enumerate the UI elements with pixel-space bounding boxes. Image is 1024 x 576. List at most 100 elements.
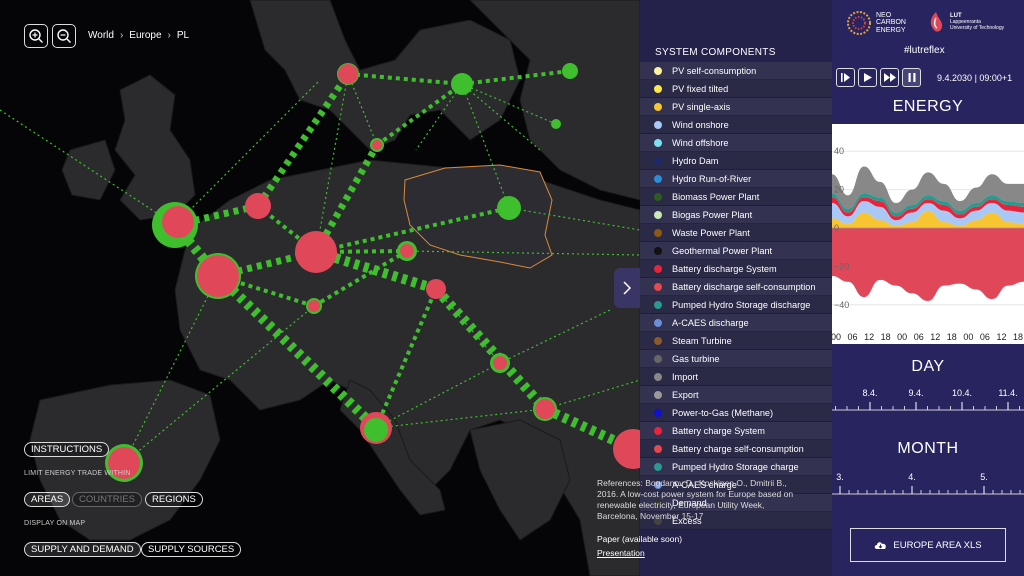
axis-label: 5. <box>980 472 988 482</box>
component-color-dot <box>654 84 662 93</box>
x-tick-label: 12 <box>864 332 874 342</box>
component-row[interactable]: Power-to-Gas (Methane) <box>640 404 832 422</box>
lut-logo: LUT Lappeenranta University of Technolog… <box>926 10 1004 34</box>
instructions-button[interactable]: INSTRUCTIONS <box>24 442 110 457</box>
zoom-in-button[interactable] <box>24 24 48 48</box>
components-title: SYSTEM COMPONENTS <box>655 47 776 58</box>
axis-label: 9.4. <box>908 388 923 398</box>
day-axis-svg[interactable]: 8.4. 9.4. 10.4. 11.4. <box>832 382 1024 422</box>
energy-chart[interactable]: 40 20 0 −20 −40 00 06 12 18 00 06 12 18 00 06 12 18 <box>831 124 1024 344</box>
component-color-dot <box>654 390 662 399</box>
component-row[interactable]: Steam Turbine <box>640 332 832 350</box>
component-row[interactable]: Export <box>640 386 832 404</box>
component-label: Geothermal Power Plant <box>672 245 773 256</box>
presentation-link[interactable]: Presentation <box>597 548 807 559</box>
component-label: Import <box>672 371 699 382</box>
zoom-out-button[interactable] <box>52 24 76 48</box>
component-label: Battery charge System <box>672 425 765 436</box>
axis-label: 10.4. <box>952 388 972 398</box>
pause-button[interactable] <box>902 68 921 87</box>
countries-toggle[interactable]: COUNTRIES <box>72 492 142 507</box>
component-row[interactable]: Battery discharge System <box>640 260 832 278</box>
references-text: References: Bogdanov D., Koskinen O., Dm… <box>597 478 794 521</box>
neo-carbon-logo-icon <box>847 11 871 35</box>
component-row[interactable]: PV single-axis <box>640 98 832 116</box>
month-axis-svg[interactable]: 3. 4. 5. <box>832 466 1024 506</box>
collapse-panel-button[interactable] <box>614 268 640 308</box>
x-tick-label: 00 <box>832 332 841 342</box>
component-color-dot <box>654 192 662 201</box>
energy-title: ENERGY <box>892 98 964 115</box>
component-label: Gas turbine <box>672 353 720 364</box>
regions-toggle[interactable]: REGIONS <box>145 492 203 507</box>
component-row[interactable]: Pumped Hydro Storage discharge <box>640 296 832 314</box>
supply-sources-toggle[interactable]: SUPPLY SOURCES <box>141 542 242 557</box>
europe-map[interactable] <box>0 0 640 576</box>
component-label: Pumped Hydro Storage charge <box>672 461 799 472</box>
component-row[interactable]: Battery charge System <box>640 422 832 440</box>
component-row[interactable]: Import <box>640 368 832 386</box>
component-row[interactable]: Battery charge self-consumption <box>640 440 832 458</box>
component-label: Wind onshore <box>672 119 729 130</box>
zoom-in-icon <box>29 29 43 43</box>
step-forward-button[interactable] <box>836 68 855 87</box>
neo-line-2: CARBON <box>876 19 906 27</box>
energy-chart-svg[interactable]: 40 20 0 −20 −40 00 06 12 18 00 06 12 18 00 06 12 18 <box>831 124 1024 344</box>
axis-label: 11.4. <box>998 388 1017 398</box>
component-label: PV single-axis <box>672 101 731 112</box>
component-row[interactable]: Wind onshore <box>640 116 832 134</box>
component-row[interactable]: PV fixed tilted <box>640 80 832 98</box>
component-color-dot <box>654 444 662 453</box>
component-color-dot <box>654 300 662 309</box>
areas-toggle[interactable]: AREAS <box>24 492 71 507</box>
x-tick-label: 06 <box>848 332 858 342</box>
component-row[interactable]: Hydro Dam <box>640 152 832 170</box>
component-color-dot <box>654 336 662 345</box>
component-color-dot <box>654 66 662 75</box>
x-tick-label: 06 <box>914 332 924 342</box>
energy-map[interactable]: World › Europe › PL INSTRUCTIONS LIMIT E… <box>0 0 640 576</box>
energy-demand-area <box>832 228 1024 301</box>
hashtag: #lutreflex <box>904 45 945 56</box>
neo-line-3: ENERGY <box>876 26 906 34</box>
component-label: Wind offshore <box>672 137 729 148</box>
component-row[interactable]: A-CAES discharge <box>640 314 832 332</box>
fast-forward-button[interactable] <box>880 68 899 87</box>
component-color-dot <box>654 318 662 327</box>
x-tick-label: 12 <box>996 332 1006 342</box>
breadcrumb-world[interactable]: World <box>88 30 114 41</box>
component-label: Export <box>672 389 699 400</box>
component-row[interactable]: Waste Power Plant <box>640 224 832 242</box>
day-title: DAY <box>911 358 945 375</box>
component-label: Biomass Power Plant <box>672 191 760 202</box>
y-tick-label: −40 <box>834 300 849 310</box>
component-row[interactable]: Gas turbine <box>640 350 832 368</box>
component-row[interactable]: Battery discharge self-consumption <box>640 278 832 296</box>
component-label: Battery discharge self-consumption <box>672 281 816 292</box>
chevron-right-icon <box>623 281 632 295</box>
breadcrumb-europe[interactable]: Europe <box>129 30 161 41</box>
component-label: PV fixed tilted <box>672 83 729 94</box>
component-label: Waste Power Plant <box>672 227 750 238</box>
component-row[interactable]: Biomass Power Plant <box>640 188 832 206</box>
component-color-dot <box>654 462 662 471</box>
play-button[interactable] <box>858 68 877 87</box>
component-row[interactable]: Hydro Run-of-River <box>640 170 832 188</box>
export-xls-button[interactable]: EUROPE AREA XLS <box>850 528 1006 562</box>
month-title: MONTH <box>897 440 959 457</box>
day-slider[interactable]: 8.4. 9.4. 10.4. 11.4. <box>832 382 1024 422</box>
limit-trade-label: LIMIT ENERGY TRADE WITHIN <box>24 470 131 477</box>
month-slider[interactable]: 3. 4. 5. <box>832 466 1024 506</box>
component-row[interactable]: Biogas Power Plant <box>640 206 832 224</box>
component-row[interactable]: Pumped Hydro Storage charge <box>640 458 832 476</box>
paper-link[interactable]: Paper (available soon) <box>597 534 807 545</box>
component-row[interactable]: Wind offshore <box>640 134 832 152</box>
component-row[interactable]: PV self-consumption <box>640 62 832 80</box>
breadcrumb-pl[interactable]: PL <box>177 30 189 41</box>
neo-carbon-logo: NEO CARBON ENERGY <box>846 10 906 36</box>
supply-demand-toggle[interactable]: SUPPLY AND DEMAND <box>24 542 141 557</box>
component-color-dot <box>654 120 662 129</box>
current-time: 09:00+1 <box>979 73 1013 83</box>
component-row[interactable]: Geothermal Power Plant <box>640 242 832 260</box>
panel-header: NEO CARBON ENERGY LUT Lappeenranta Unive… <box>832 0 1024 88</box>
